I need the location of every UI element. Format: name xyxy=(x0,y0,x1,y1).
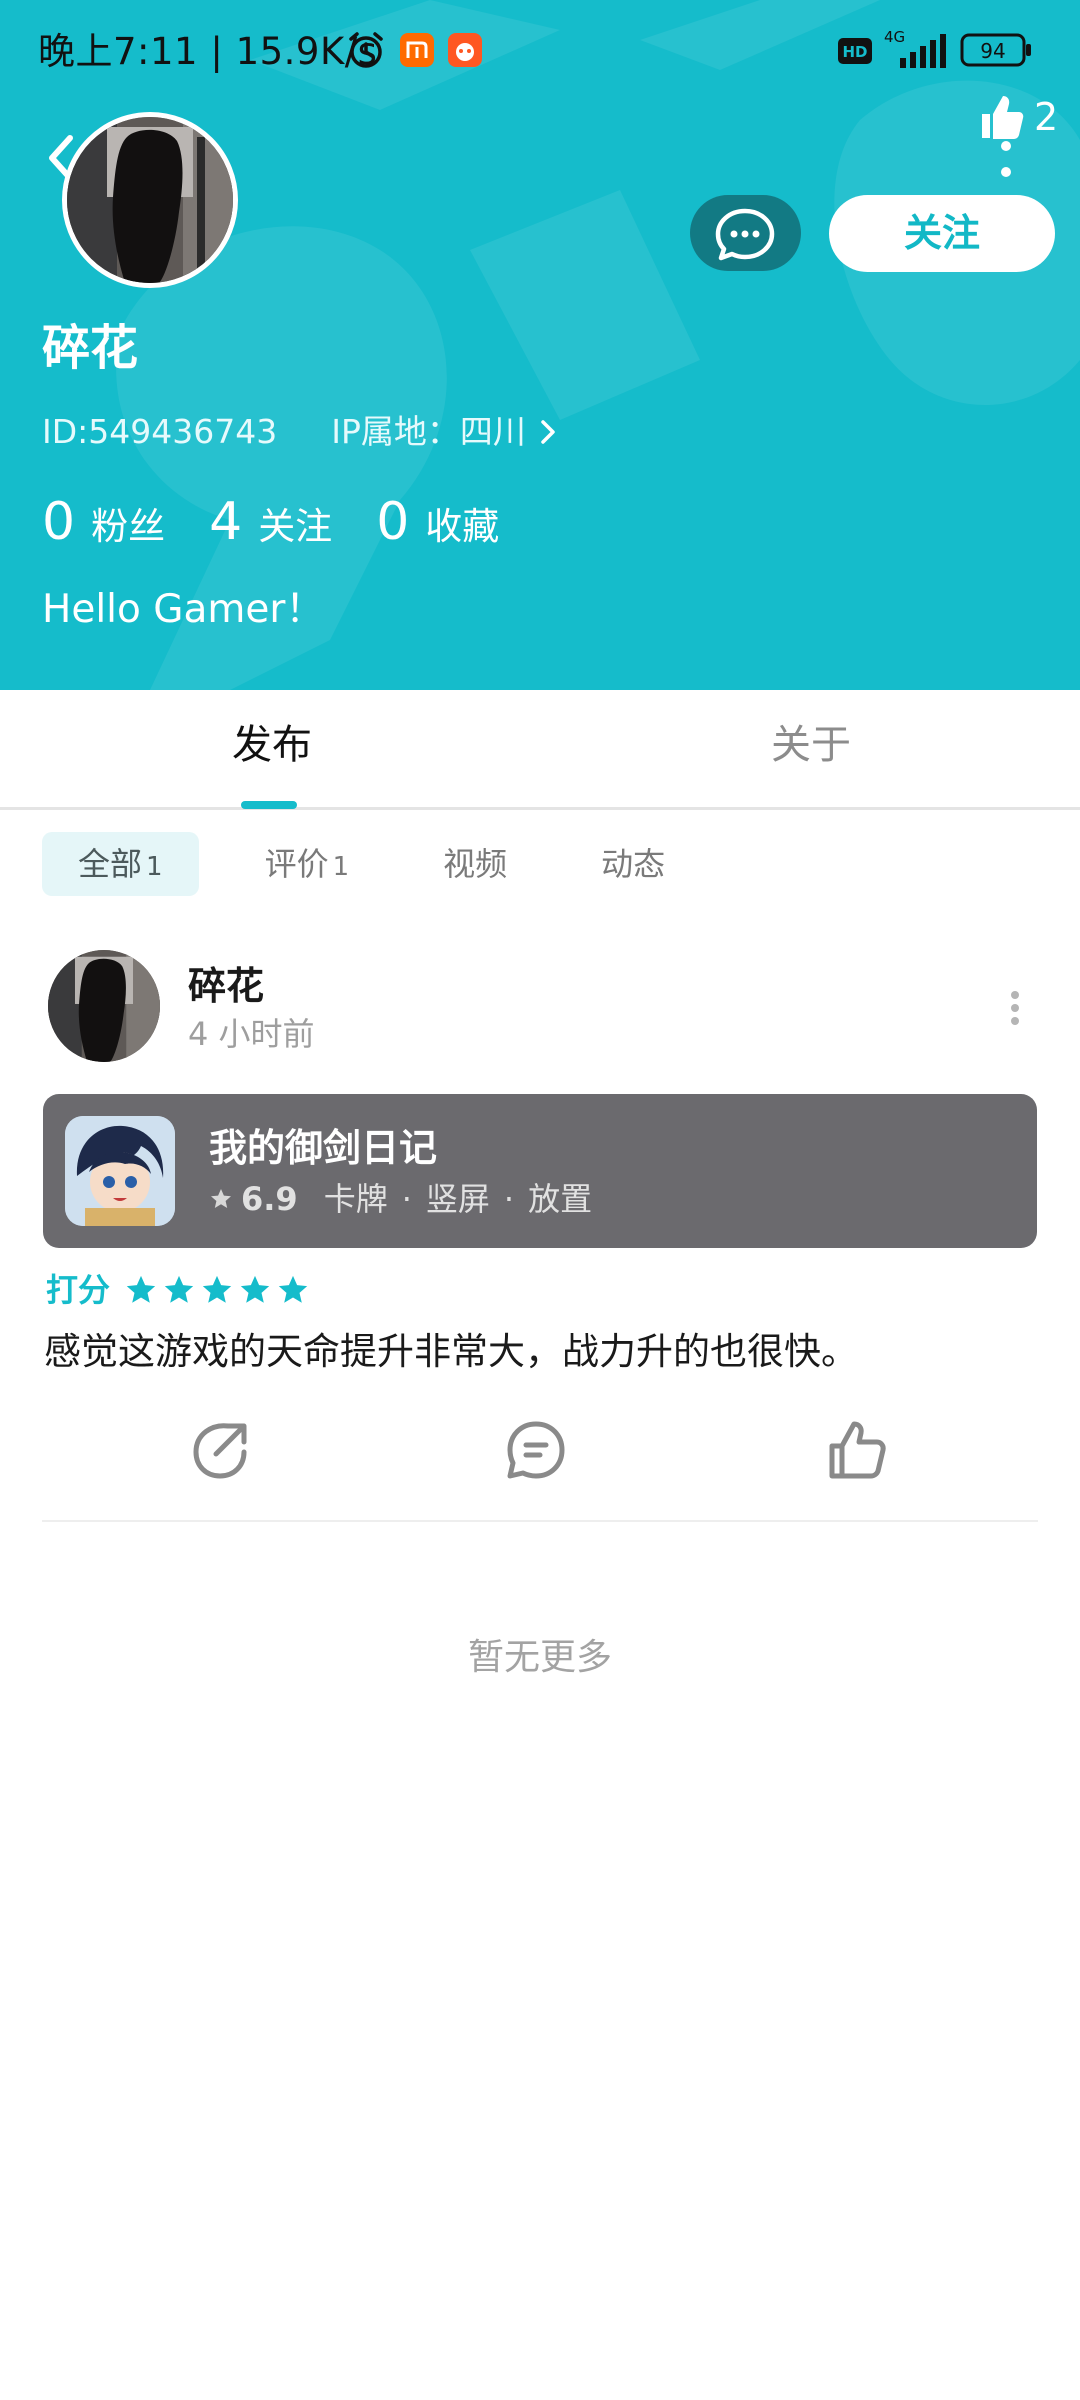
game-meta: 6.9 卡牌 · 竖屏 · 放置 xyxy=(209,1178,592,1220)
message-button[interactable] xyxy=(690,195,801,271)
filter-all[interactable]: 全部 1 xyxy=(42,832,199,896)
profile-bio: Hello Gamer！ xyxy=(42,587,325,632)
following-label[interactable]: 关注 xyxy=(258,496,332,550)
like-count: 2 xyxy=(1034,95,1059,139)
main-tabs: 发布 关于 xyxy=(0,690,1080,810)
filter-review-label: 评价 xyxy=(264,845,329,883)
rating-star-icon xyxy=(202,1275,232,1303)
game-tag: 竖屏 xyxy=(425,1180,490,1218)
filter-all-count: 1 xyxy=(146,852,163,882)
rating-star-icon xyxy=(278,1275,308,1303)
tab-about[interactable]: 关于 xyxy=(771,720,851,770)
end-of-list-text: 暂无更多 xyxy=(467,1637,612,1678)
mi-app-icon xyxy=(400,33,434,67)
follow-button[interactable]: 关注 xyxy=(829,195,1055,272)
chat-bubble-icon xyxy=(715,208,775,261)
post-author-name[interactable]: 碎花 xyxy=(188,962,264,1010)
like-count-icon[interactable] xyxy=(976,92,1026,142)
game-tag: 放置 xyxy=(528,1180,593,1218)
hd-icon: HD xyxy=(838,38,872,64)
tag-separator: · xyxy=(401,1180,412,1218)
star-icon xyxy=(211,1189,231,1208)
share-icon[interactable] xyxy=(188,1418,252,1482)
filter-all-label: 全部 xyxy=(78,845,143,883)
signal-icon: 4G xyxy=(884,28,946,68)
tab-publish[interactable]: 发布 xyxy=(232,720,312,770)
game-cover-image xyxy=(65,1116,175,1226)
game-score: 6.9 xyxy=(241,1180,298,1218)
avatar-image xyxy=(67,117,233,283)
filter-review-count: 1 xyxy=(332,852,350,882)
filter-video-label: 视频 xyxy=(443,845,508,883)
battery-icon: 94 xyxy=(960,33,1031,67)
profile-header: 晚上7:11 | 15.9K/s HD 4G 94 2 关注 碎花 ID:549… xyxy=(0,0,1080,690)
profile-meta: ID:549436743 IP属地：四川 xyxy=(42,410,558,454)
user-id: ID:549436743 xyxy=(42,412,278,451)
alarm-icon xyxy=(349,32,383,68)
like-icon[interactable] xyxy=(826,1418,890,1482)
app-notification-icon xyxy=(448,33,482,67)
rating-row: 打分 xyxy=(46,1270,314,1310)
more-options-icon[interactable] xyxy=(994,138,1018,182)
status-bar: 晚上7:11 | 15.9K/s HD 4G 94 xyxy=(0,0,1080,104)
rating-star-icon xyxy=(164,1275,194,1303)
svg-text:HD: HD xyxy=(842,43,867,61)
profile-stats: 0 粉丝 4 关注 0 收藏 xyxy=(42,492,543,552)
tag-separator: · xyxy=(503,1180,515,1218)
rating-star-icon xyxy=(126,1275,156,1303)
game-icon xyxy=(65,1116,175,1226)
rating-star-icon xyxy=(240,1275,270,1303)
fans-count[interactable]: 0 xyxy=(42,492,75,552)
favorites-label[interactable]: 收藏 xyxy=(425,496,499,550)
active-tab-indicator xyxy=(241,801,297,809)
svg-text:4G: 4G xyxy=(884,28,905,46)
filter-video[interactable]: 视频 xyxy=(405,832,545,896)
post-author-avatar[interactable] xyxy=(48,950,160,1062)
post-avatar-image xyxy=(48,950,160,1062)
status-time-speed: 晚上7:11 | 15.9K/s xyxy=(38,30,378,73)
post-time: 4 小时前 xyxy=(188,1015,315,1053)
filter-tabs: 全部 1 评价 1 视频 动态 xyxy=(42,832,703,896)
post-divider xyxy=(42,1520,1038,1522)
ip-location[interactable]: IP属地：四川 xyxy=(331,410,526,454)
favorites-count[interactable]: 0 xyxy=(376,492,409,552)
filter-review[interactable]: 评价 1 xyxy=(227,832,388,896)
filter-feed[interactable]: 动态 xyxy=(563,832,703,896)
game-tag: 卡牌 xyxy=(323,1180,388,1218)
comment-icon[interactable] xyxy=(504,1418,568,1482)
filter-feed-label: 动态 xyxy=(601,845,666,883)
chevron-right-icon[interactable] xyxy=(538,417,558,447)
svg-text:94: 94 xyxy=(980,39,1005,63)
profile-username: 碎花 xyxy=(42,320,139,376)
review-text[interactable]: 感觉这游戏的天命提升非常大，战力升的也很快。 xyxy=(44,1324,858,1380)
post-more-icon[interactable] xyxy=(1003,988,1027,1028)
user-avatar[interactable] xyxy=(62,112,238,288)
following-count[interactable]: 4 xyxy=(209,492,242,552)
game-name: 我的御剑日记 xyxy=(209,1126,438,1170)
game-card[interactable]: 我的御剑日记 6.9 卡牌 · 竖屏 · 放置 xyxy=(43,1094,1037,1248)
fans-label[interactable]: 粉丝 xyxy=(91,496,165,550)
rating-label: 打分 xyxy=(46,1271,111,1309)
